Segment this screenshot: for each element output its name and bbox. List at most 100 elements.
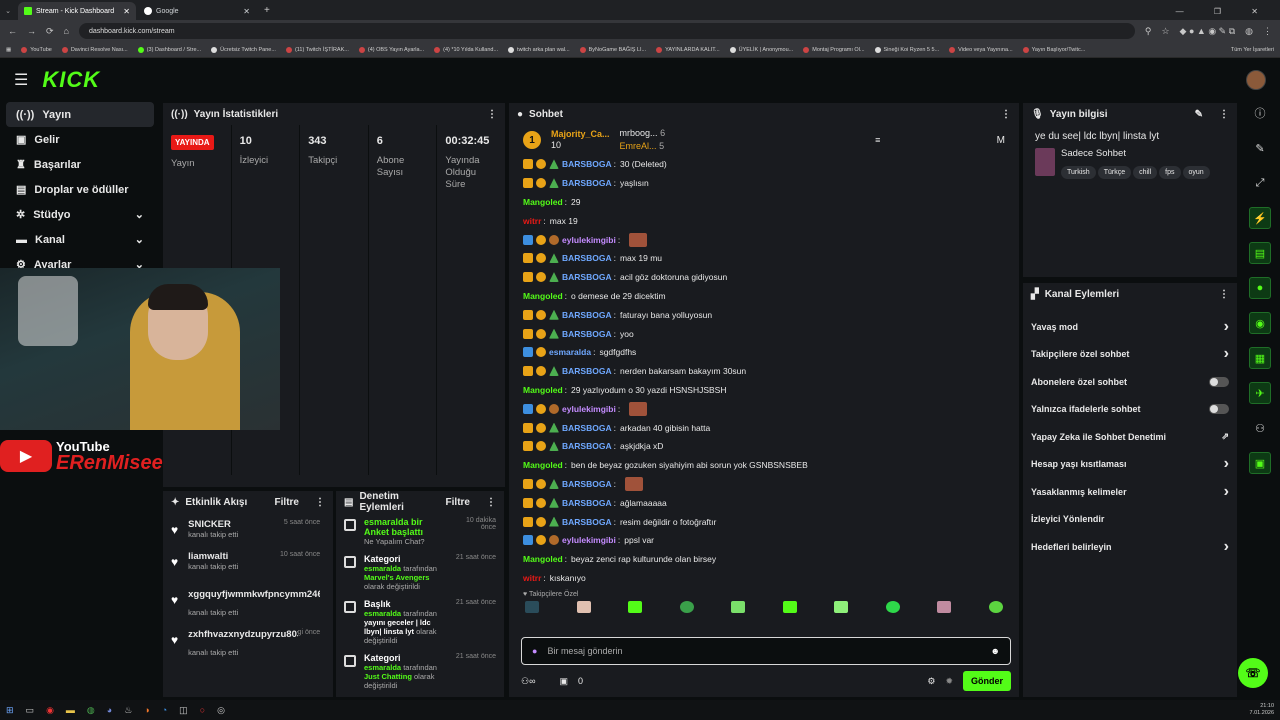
chat-username[interactable]: BARSBOGA [562,423,612,433]
gift-icon[interactable]: ▣ [559,676,568,687]
obs-icon[interactable]: ◎ [217,705,225,716]
kick-logo[interactable]: KICK [42,67,100,93]
zoom-icon[interactable]: ⚲ [1145,26,1152,37]
chat-username[interactable]: Mangoled [523,554,563,564]
toggle-switch[interactable] [1209,376,1229,387]
extensions-icon[interactable]: ◆ ● ▲ ◉ ✎ ⧉ [1180,26,1236,37]
steam-icon[interactable]: ♨ [124,705,132,716]
filter-button[interactable]: Filtre [275,497,299,508]
users-icon[interactable]: ⚇∞ [521,676,535,687]
emote[interactable] [576,601,591,614]
chat-username[interactable]: witrr [523,573,541,583]
chat-username[interactable]: eylulekimgibi [562,404,616,414]
window-controls[interactable]: — ❐ ✕ [1176,7,1272,16]
chat-username[interactable]: witrr [523,216,541,226]
bookmark[interactable]: ÜYELİK | Anonymou... [729,46,793,53]
new-tab-icon[interactable]: + [264,5,270,16]
emote[interactable] [679,601,694,614]
close-tab-icon[interactable]: ✕ [243,7,250,16]
mic-icon[interactable]: ● [532,646,537,656]
chevron-right-icon[interactable]: › [1224,345,1229,363]
channel-action-item[interactable]: Yalnızca ifadelerle sohbet [1023,396,1237,424]
document-icon[interactable]: ▤ [1249,242,1271,264]
gifter-name[interactable]: mrboog... [620,128,658,138]
emote[interactable] [628,601,643,614]
app-icon[interactable]: ◔ [162,705,167,715]
channel-action-item[interactable]: Hedefleri belirleyin › [1023,533,1237,561]
bookmark[interactable]: (4) OBS Yayın Ayarla... [358,46,424,53]
bookmark[interactable]: YAYINLARDA KALIT... [656,46,720,53]
stats-icon[interactable]: ▦ [1249,347,1271,369]
wrench-icon[interactable]: ✈ [1249,382,1271,404]
chevron-right-icon[interactable]: › [1224,483,1229,501]
chat-username[interactable]: BARSBOGA [562,253,612,263]
chat-username[interactable]: BARSBOGA [562,366,612,376]
clapper-icon[interactable]: ▣ [1249,452,1271,474]
chat-username[interactable]: Mangoled [523,197,563,207]
chat-username[interactable]: BARSBOGA [562,479,612,489]
chat-username[interactable]: BARSBOGA [562,272,612,282]
collapse-icon[interactable]: ≡ [875,135,880,145]
bookmark[interactable]: twitch arka plan wal... [508,46,570,53]
chat-username[interactable]: eylulekimgibi [562,235,616,245]
bookmark[interactable]: Sineği Koi Ryzen 5 5... [874,46,939,53]
chevron-right-icon[interactable]: › [1224,538,1229,556]
emote[interactable] [937,601,952,614]
emote[interactable] [731,601,746,614]
app-icon[interactable]: ◉ [46,705,54,716]
channel-action-item[interactable]: Yavaş mod › [1023,313,1237,341]
bookmark[interactable]: Montaj Programı Ol... [803,46,865,53]
more-icon[interactable]: ⋮ [486,497,496,508]
edit-icon[interactable]: ✎ [1249,137,1271,159]
bookmark[interactable]: (11) Twitch İŞTİRAK... [285,46,349,53]
lightning-icon[interactable]: ⚡ [1249,207,1271,229]
bookmark[interactable]: (4) *10 Yılda Kulland... [434,46,498,53]
forward-icon[interactable]: → [27,26,36,36]
support-chat-icon[interactable]: ☏ [1238,658,1268,688]
url-field[interactable]: dashboard.kick.com/stream [78,23,1135,39]
channel-action-item[interactable]: Abonelere özel sohbet [1023,368,1237,396]
tab-google[interactable]: Google ✕ [138,2,256,20]
sidebar-item-kanal[interactable]: ▬ Kanal ⌄ [6,227,154,252]
chat-username[interactable]: BARSBOGA [562,159,612,169]
channel-action-item[interactable]: İzleyici Yönlendir [1023,506,1237,534]
expand-icon[interactable]: ⤢ [1249,172,1271,194]
back-icon[interactable]: ← [8,26,17,36]
emote-bar[interactable] [509,598,1019,616]
broadcast-icon[interactable]: ◉ [1249,312,1271,334]
chat-username[interactable]: Mangoled [523,460,563,470]
tab-kick-dashboard[interactable]: Stream - Kick Dashboard ✕ [18,2,136,20]
chat-icon[interactable]: ● [1249,277,1271,299]
chat-username[interactable]: BARSBOGA [562,441,612,451]
users-icon[interactable]: ⚇ [1249,417,1271,439]
clock[interactable]: 21:10 7.01.2026 [1250,703,1274,717]
tab-menu-icon[interactable]: ⌄ [0,2,16,20]
info-icon[interactable]: ⓘ [1249,102,1271,124]
windows-icon[interactable]: ⊞ [6,705,14,716]
emote[interactable] [885,601,900,614]
discord-icon[interactable]: ◕ [107,705,112,715]
external-link-icon[interactable]: ⇗ [1221,431,1229,442]
reload-icon[interactable]: ⟳ [46,26,54,37]
chat-username[interactable]: esmaralda [549,347,591,357]
file-explorer-icon[interactable]: ▬ [66,705,75,715]
toggle-switch[interactable] [1209,404,1229,415]
star-icon[interactable]: ☆ [1161,26,1169,37]
bookmark[interactable]: Video veya Yayınına... [949,46,1013,53]
chrome-icon[interactable]: ◍ [87,705,95,716]
bookmark[interactable]: YouTube [21,46,52,53]
chat-username[interactable]: BARSBOGA [562,310,612,320]
apps-icon[interactable]: ▦ [6,47,11,53]
chat-username[interactable]: Mangoled [523,385,563,395]
browser-menu-icon[interactable]: ⋮ [1263,26,1272,37]
bookmark[interactable]: Ücretsiz Twitch Pane... [211,46,276,53]
sidebar-item-studyo[interactable]: ✲ Stüdyo ⌄ [6,202,154,227]
more-icon[interactable]: ⋮ [315,497,325,508]
emote[interactable] [782,601,797,614]
avatar[interactable] [1246,70,1266,90]
channel-action-item[interactable]: Takipçilere özel sohbet › [1023,341,1237,369]
channel-action-item[interactable]: Yapay Zeka ile Sohbet Denetimi ⇗ [1023,423,1237,451]
all-bookmarks[interactable]: Tüm Yer İşaretleri [1231,47,1274,53]
emote[interactable] [834,601,849,614]
task-view-icon[interactable]: ▭ [26,705,35,716]
